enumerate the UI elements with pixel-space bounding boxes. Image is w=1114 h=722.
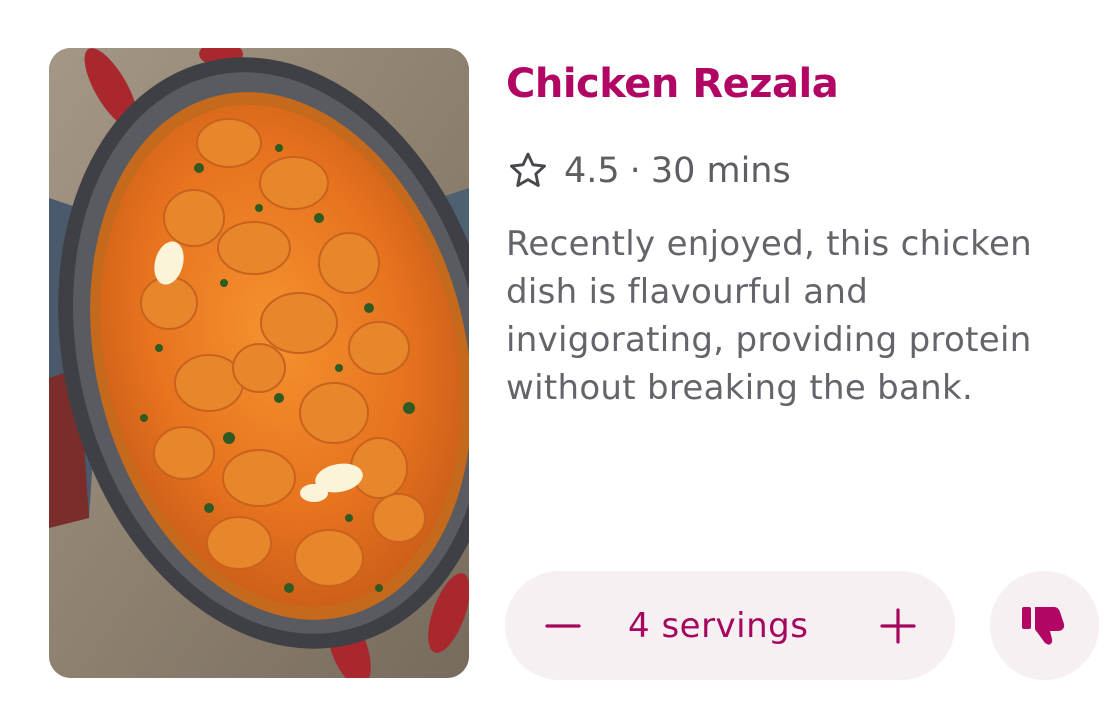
servings-label: 4 servings: [628, 606, 809, 646]
dislike-button[interactable]: [990, 571, 1099, 680]
recipe-title[interactable]: Chicken Rezala: [506, 58, 839, 110]
plus-icon: [880, 608, 916, 644]
meta-separator: ·: [629, 151, 641, 191]
rating-value: 4.5: [564, 151, 620, 191]
cook-time: 30 mins: [650, 151, 791, 191]
recipe-meta: 4.5 · 30 mins: [506, 146, 791, 196]
minus-icon: [545, 624, 581, 628]
thumbs-down-icon: [1022, 607, 1065, 645]
recipe-image[interactable]: [49, 48, 469, 678]
star-outline-icon: [510, 152, 546, 187]
decrease-servings-button[interactable]: [535, 598, 591, 654]
recipe-description: Recently enjoyed, this chicken dish is f…: [506, 224, 1033, 408]
servings-stepper: 4 servings: [505, 571, 955, 680]
increase-servings-button[interactable]: [870, 598, 926, 654]
